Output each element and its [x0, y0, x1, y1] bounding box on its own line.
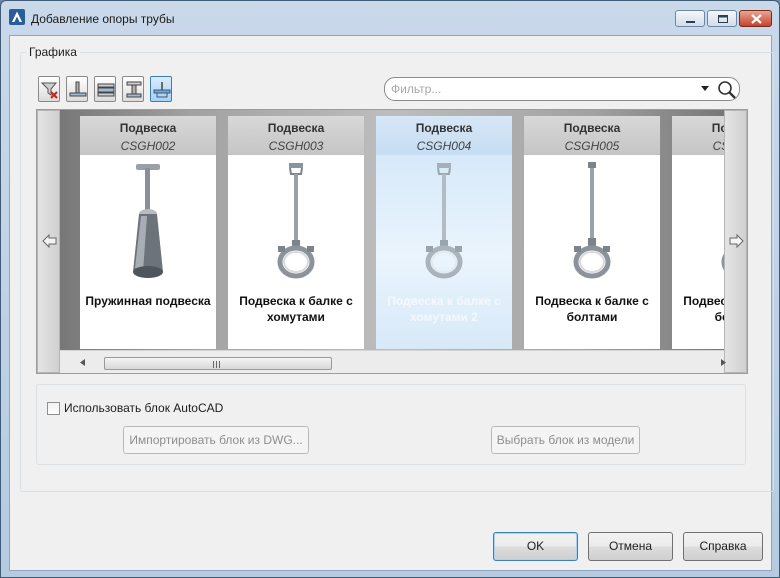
- close-icon: [751, 14, 762, 24]
- card-type: Подвеска: [711, 121, 724, 135]
- support-card-csgh005[interactable]: Подвеска CSGH005 Подвеска к балке с болт…: [524, 116, 660, 349]
- ok-button[interactable]: OK: [493, 532, 578, 561]
- card-name: Подвеска к балке с хомутами: [239, 294, 353, 324]
- filter-clear-icon: [41, 82, 58, 99]
- maximize-icon: [718, 15, 728, 23]
- scroll-right-arrow-icon[interactable]: [721, 359, 726, 366]
- gallery-viewport: Подвеска CSGH002 Пружинная подвеска Подв…: [60, 110, 724, 350]
- arrow-left-icon: [42, 234, 57, 248]
- card-type: Подвеска: [415, 121, 473, 135]
- scrollbar-thumb[interactable]: [104, 357, 332, 370]
- card-type: Подвеска: [119, 121, 177, 135]
- window-title: Добавление опоры трубы: [31, 12, 175, 26]
- search-icon[interactable]: [717, 80, 737, 100]
- spring-hanger-icon: [133, 164, 163, 278]
- bolt-hanger-icon: [573, 162, 611, 279]
- card-code: CSGH005: [564, 139, 620, 153]
- dialog-client-area: Графика Фильтр... Подвеска CSGH002 Пружи…: [9, 35, 774, 571]
- clamp-support-icon: [97, 83, 115, 97]
- card-code: CSGH002: [120, 139, 176, 153]
- card-type: Подвеска: [267, 121, 325, 135]
- filter-combobox[interactable]: [384, 77, 740, 101]
- scroll-left-arrow-icon[interactable]: [80, 359, 85, 366]
- support-gallery: Подвеска CSGH002 Пружинная подвеска Подв…: [36, 109, 748, 374]
- bolt-hanger-icon: [721, 253, 724, 271]
- card-header: Подвеска CSGH005: [524, 116, 660, 155]
- toolbar-button-filter-clear[interactable]: [38, 76, 60, 102]
- pipe-shoe-support-icon: [69, 81, 87, 97]
- card-header: Подвеска CSGH002: [80, 116, 216, 155]
- support-card-csgh004[interactable]: Подвеска CSGH004 Подвеска к балке с хому…: [376, 116, 512, 349]
- gallery-scroll-left-button[interactable]: [37, 110, 60, 373]
- card-header: Подвеска CSGH003: [228, 116, 364, 155]
- card-name: Подвеска к балке с болтами: [683, 294, 724, 324]
- support-card-csgh002[interactable]: Подвеска CSGH002 Пружинная подвеска: [80, 116, 216, 349]
- help-button[interactable]: Справка: [683, 532, 763, 561]
- card-code: CSGH006: [712, 139, 724, 153]
- card-header: Подвеска CSGH006: [672, 116, 724, 155]
- toolbar-button-pipe-shoe[interactable]: [66, 76, 88, 102]
- minimize-icon: [686, 21, 695, 23]
- toolbar-button-beam[interactable]: [122, 76, 144, 102]
- hanger-support-icon: [153, 82, 171, 98]
- card-header: Подвеска CSGH004: [376, 116, 512, 155]
- card-type: Подвеска: [563, 121, 621, 135]
- maximize-button[interactable]: [707, 10, 737, 27]
- card-code: CSGH003: [268, 139, 324, 153]
- graphics-group-label: Графика: [26, 45, 80, 59]
- beam-clamp-hanger-icon: [425, 163, 463, 279]
- support-card-csgh006[interactable]: Подвеска CSGH006 Подвеска к балке с болт…: [672, 116, 724, 349]
- gallery-scroll-right-button[interactable]: [724, 110, 747, 373]
- arrow-right-icon: [729, 234, 744, 248]
- minimize-button[interactable]: [675, 10, 705, 27]
- beam-support-icon: [126, 81, 142, 98]
- toolbar-button-hanger[interactable]: [150, 76, 172, 102]
- grip-icon: [213, 361, 220, 368]
- filter-input[interactable]: [391, 81, 691, 97]
- card-name: Подвеска к балке с болтами: [535, 294, 649, 324]
- close-button[interactable]: [739, 10, 772, 27]
- autocad-block-group: Использовать блок AutoCAD Импортировать …: [36, 384, 746, 465]
- beam-clamp-hanger-icon: [277, 163, 315, 279]
- gallery-horizontal-scrollbar[interactable]: [60, 350, 726, 373]
- use-autocad-block-checkbox[interactable]: [47, 402, 60, 415]
- chevron-down-icon[interactable]: [701, 86, 709, 92]
- card-name: Подвеска к балке с хомутами 2: [387, 294, 501, 324]
- title-bar[interactable]: Добавление опоры трубы: [1, 1, 779, 35]
- autocad-logo-icon: [9, 9, 25, 25]
- toolbar-button-clamp[interactable]: [94, 76, 116, 102]
- use-autocad-block-label[interactable]: Использовать блок AutoCAD: [64, 401, 223, 415]
- dialog-window: Добавление опоры трубы Графика Фильтр...…: [0, 0, 780, 578]
- import-block-from-dwg-button[interactable]: Импортировать блок из DWG...: [123, 426, 309, 454]
- card-code: CSGH004: [416, 139, 472, 153]
- card-name: Пружинная подвеска: [85, 294, 211, 308]
- select-block-from-model-button[interactable]: Выбрать блок из модели: [491, 426, 640, 454]
- support-card-csgh003[interactable]: Подвеска CSGH003 Подвеска к балке с хому…: [228, 116, 364, 349]
- cancel-button[interactable]: Отмена: [588, 532, 673, 561]
